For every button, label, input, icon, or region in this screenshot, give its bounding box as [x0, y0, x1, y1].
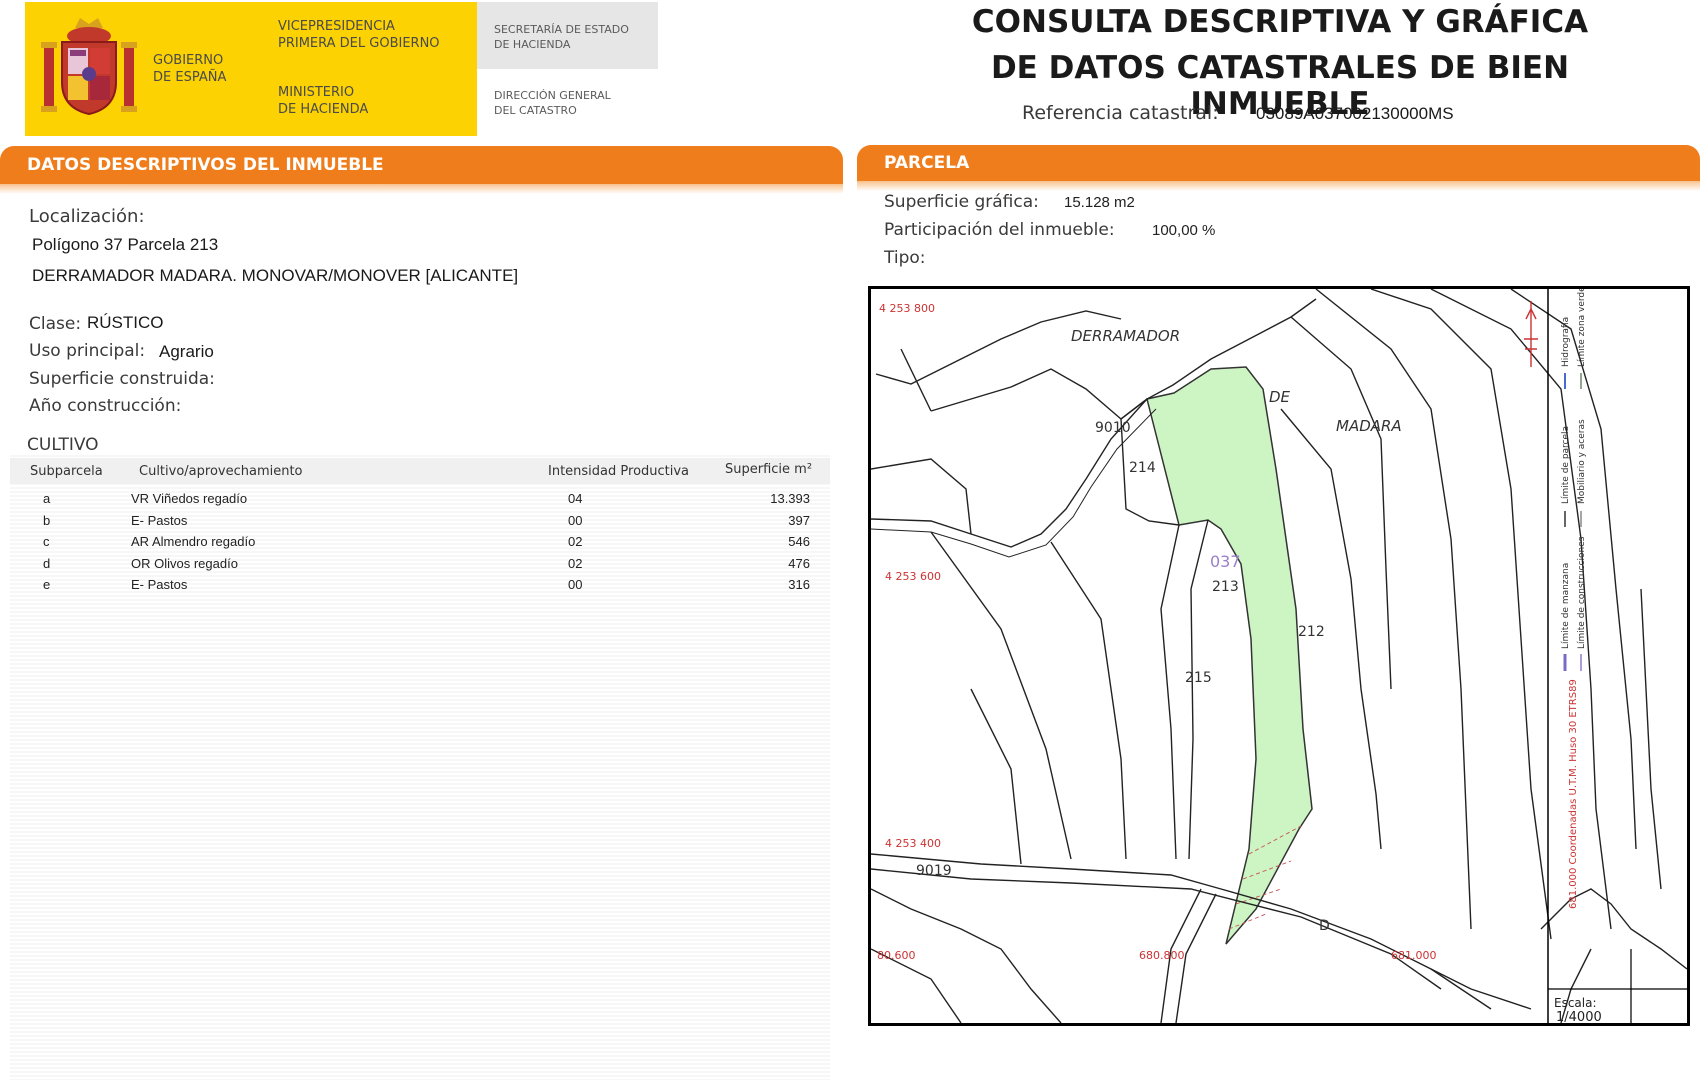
vice-line2: PRIMERA DEL GOBIERNO — [278, 36, 440, 51]
ministerio-label: MINISTERIO DE HACIENDA — [278, 84, 368, 118]
parcel-214: 214 — [1129, 460, 1156, 476]
col-subparcela: Subparcela — [30, 464, 103, 479]
legend-hidrografia: Hidrografía — [1561, 317, 1571, 367]
row-e-intensidad: 00 — [568, 577, 583, 592]
coord-label-4: 80.600 — [877, 949, 916, 962]
right-section-header: PARCELA — [857, 145, 1700, 191]
vicepresidencia-label: VICEPRESIDENCIA PRIMERA DEL GOBIERNO — [278, 18, 440, 52]
road-d: D — [1319, 918, 1330, 934]
col-intensidad: Intensidad Productiva — [548, 464, 690, 479]
map-svg: 4 253 800 4 253 600 4 253 400 80.600 680… — [871, 289, 1687, 1023]
row-a-cultivo: VR Viñedos regadío — [131, 491, 248, 506]
legend-limite-manzana: Límite de manzana — [1561, 563, 1571, 649]
row-b-cultivo: E- Pastos — [131, 513, 188, 528]
cultivo-table-header — [10, 458, 830, 484]
parcel-215: 215 — [1185, 670, 1212, 686]
cultivo-title: CULTIVO — [27, 435, 99, 455]
parcel-213: 213 — [1212, 579, 1239, 595]
place-derramador: DERRAMADOR — [1071, 327, 1180, 345]
ref-label: Referencia catastral: — [1022, 102, 1219, 124]
ministerio-line2: DE HACIENDA — [278, 102, 369, 117]
localizacion-line1: Polígono 37 Parcela 213 — [32, 235, 219, 254]
row-d-superficie: 476 — [788, 556, 810, 571]
row-a-intensidad: 04 — [568, 491, 583, 506]
secretaria-line2: DE HACIENDA — [494, 38, 571, 51]
row-d-intensidad: 02 — [568, 556, 583, 571]
ref-value: 03089A037002130000MS — [1256, 104, 1454, 123]
coords-note: 681.000 Coordenadas U.T.M. Huso 30 ETRS8… — [1568, 679, 1579, 909]
row-c-subparcela: c — [43, 534, 50, 549]
legend-limite-construcciones: Límite de construcciones — [1577, 536, 1587, 649]
row-d-cultivo: OR Olivos regadío — [131, 556, 238, 571]
uso-value: Agrario — [159, 342, 214, 361]
row-c-cultivo: AR Almendro regadío — [131, 534, 256, 549]
legend-zona-verde: Límite zona verde — [1577, 289, 1587, 367]
ministerio-line1: MINISTERIO — [278, 85, 355, 100]
row-b-superficie: 397 — [788, 513, 810, 528]
coord-label-5: 680.800 — [1139, 949, 1185, 962]
gobierno-line2: DE ESPAÑA — [153, 70, 227, 85]
row-b-intensidad: 00 — [568, 513, 583, 528]
cadastral-map[interactable]: 4 253 800 4 253 600 4 253 400 80.600 680… — [868, 286, 1690, 1026]
coord-label-6: 681.000 — [1391, 949, 1437, 962]
superficie-grafica-label: Superficie gráfica: — [884, 192, 1039, 212]
coord-label-2: 4 253 600 — [885, 570, 941, 583]
row-b-subparcela: b — [43, 513, 51, 528]
left-section-shadow — [0, 184, 843, 194]
col-superficie: Superficie m² — [725, 462, 813, 477]
row-c-intensidad: 02 — [568, 534, 583, 549]
legend-mobiliario: Mobiliario y aceras — [1577, 419, 1587, 504]
right-section-shadow — [857, 181, 1700, 191]
uso-label: Uso principal: — [29, 341, 146, 361]
row-a-subparcela: a — [43, 491, 51, 506]
secretaria-label: SECRETARÍA DE ESTADO DE HACIENDA — [494, 22, 629, 52]
left-section-header: DATOS DESCRIPTIVOS DEL INMUEBLE — [0, 146, 843, 194]
scale-label: Escala: — [1554, 996, 1597, 1010]
col-cultivo: Cultivo/aprovechamiento — [139, 464, 303, 479]
coat-of-arms-icon — [41, 18, 137, 116]
north-arrow-icon — [1524, 301, 1538, 367]
clase-label: Clase: — [29, 314, 82, 334]
localizacion-label: Localización: — [29, 206, 145, 227]
clase-value: RÚSTICO — [87, 313, 164, 332]
scale-value: 1/4000 — [1556, 1010, 1602, 1023]
direccion-line2: DEL CATASTRO — [494, 104, 577, 117]
right-section-title: PARCELA — [857, 145, 1700, 181]
row-e-subparcela: e — [43, 577, 51, 592]
place-madara: MADARA — [1336, 417, 1402, 435]
page-title-line1: CONSULTA DESCRIPTIVA Y GRÁFICA — [971, 4, 1589, 40]
legend-limite-parcela: Límite de parcela — [1561, 426, 1571, 504]
superficie-grafica-value: 15.128 m2 — [1064, 194, 1135, 211]
direccion-label: DIRECCIÓN GENERAL DEL CATASTRO — [494, 88, 611, 118]
coord-label-1: 4 253 800 — [879, 302, 935, 315]
gobierno-label: GOBIERNO DE ESPAÑA — [153, 52, 226, 86]
row-a-superficie: 13.393 — [770, 491, 810, 506]
row-d-subparcela: d — [43, 556, 51, 571]
coord-label-3: 4 253 400 — [885, 837, 941, 850]
vice-line1: VICEPRESIDENCIA — [278, 19, 395, 34]
road-9019: 9019 — [916, 863, 952, 879]
parcel-212: 212 — [1298, 624, 1325, 640]
localizacion-line2: DERRAMADOR MADARA. MONOVAR/MONOVER [ALIC… — [32, 266, 519, 285]
left-section-title: DATOS DESCRIPTIVOS DEL INMUEBLE — [0, 146, 843, 184]
parcel-213-highlight — [1146, 366, 1313, 945]
anio-construccion-label: Año construcción: — [29, 396, 182, 416]
road-9010: 9010 — [1095, 420, 1131, 436]
superficie-construida-label: Superficie construida: — [29, 369, 215, 389]
row-e-cultivo: E- Pastos — [131, 577, 188, 592]
gobierno-line1: GOBIERNO — [153, 53, 224, 68]
tipo-label: Tipo: — [884, 248, 926, 268]
row-c-superficie: 546 — [788, 534, 810, 549]
participacion-label: Participación del inmueble: — [884, 220, 1115, 240]
row-e-superficie: 316 — [788, 577, 810, 592]
place-de: DE — [1269, 388, 1291, 406]
secretaria-line1: SECRETARÍA DE ESTADO — [494, 23, 629, 36]
participacion-value: 100,00 % — [1152, 222, 1216, 239]
polygon-037: 037 — [1210, 552, 1241, 571]
direccion-line1: DIRECCIÓN GENERAL — [494, 89, 611, 102]
